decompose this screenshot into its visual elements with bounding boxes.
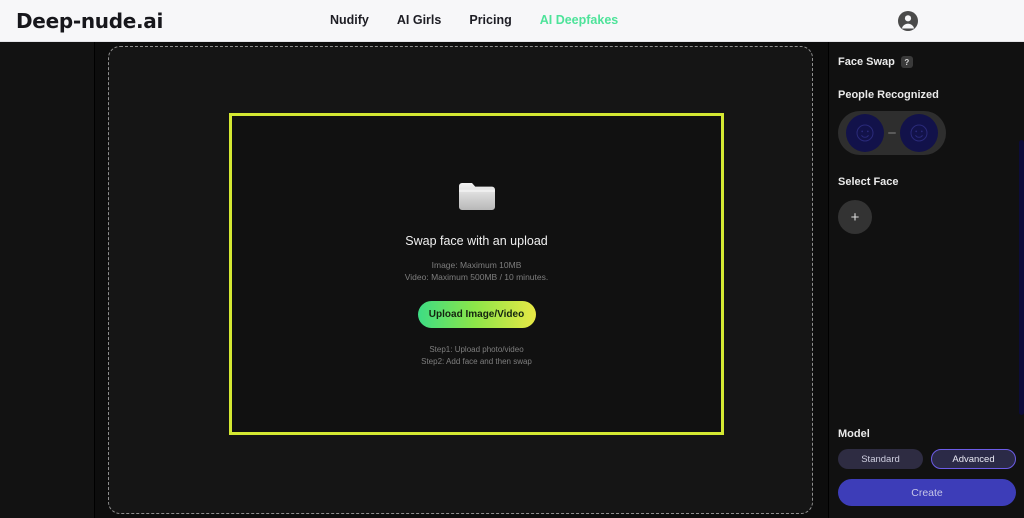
top-header: Deep-nude.ai Nudify AI Girls Pricing AI … xyxy=(0,0,1024,42)
question-mark-icon[interactable]: ? xyxy=(900,56,913,68)
model-options: Standard Advanced xyxy=(838,449,1016,469)
model-section: Model Standard Advanced Create xyxy=(838,428,1016,506)
select-face-label: Select Face xyxy=(838,176,899,188)
upload-limit-image: Image: Maximum 10MB xyxy=(431,259,522,270)
nav-item-nudify[interactable]: Nudify xyxy=(330,13,369,27)
page-scrollbar[interactable] xyxy=(1019,140,1024,415)
nav-item-pricing[interactable]: Pricing xyxy=(469,13,511,27)
face-swap-sidebar: Face Swap ? People Recognized Select Fac… xyxy=(828,42,1024,518)
upload-steps: Step1: Upload photo/video Step2: Add fac… xyxy=(421,344,532,368)
main-nav: Nudify AI Girls Pricing AI Deepfakes xyxy=(330,13,618,27)
upload-image-video-button[interactable]: Upload Image/Video xyxy=(417,301,536,329)
app-root: Deep-nude.ai Nudify AI Girls Pricing AI … xyxy=(0,0,1024,518)
sidebar-title: Face Swap xyxy=(838,56,895,68)
upload-limit-video: Video: Maximum 500MB / 10 minutes. xyxy=(404,272,549,282)
nav-item-ai-deepfakes[interactable]: AI Deepfakes xyxy=(540,13,619,27)
face-thumb-2[interactable] xyxy=(900,114,938,152)
upload-dropzone[interactable]: Swap face with an upload Image: Maximum … xyxy=(229,113,724,435)
folder-icon xyxy=(457,180,497,212)
step-one-text: Step1: Upload photo/video xyxy=(429,345,524,355)
nav-item-ai-girls[interactable]: AI Girls xyxy=(397,13,441,27)
left-rail xyxy=(0,42,95,518)
face-thumb-1[interactable] xyxy=(846,114,884,152)
faces-connector xyxy=(888,132,896,134)
upload-title: Swap face with an upload xyxy=(405,233,548,248)
upload-canvas[interactable]: Swap face with an upload Image: Maximum … xyxy=(108,46,813,514)
step-two-text: Step2: Add face and then swap xyxy=(421,357,532,367)
people-recognized-label: People Recognized xyxy=(838,89,939,101)
recognized-faces-group xyxy=(838,111,946,155)
model-option-advanced[interactable]: Advanced xyxy=(931,449,1016,469)
sidebar-title-row: Face Swap ? xyxy=(838,56,1015,68)
plus-icon[interactable]: + xyxy=(838,200,872,234)
create-button[interactable]: Create xyxy=(838,479,1016,506)
site-logo[interactable]: Deep-nude.ai xyxy=(16,9,163,33)
model-option-standard[interactable]: Standard xyxy=(838,449,923,469)
model-label: Model xyxy=(838,428,870,440)
user-avatar-icon[interactable] xyxy=(897,10,919,32)
